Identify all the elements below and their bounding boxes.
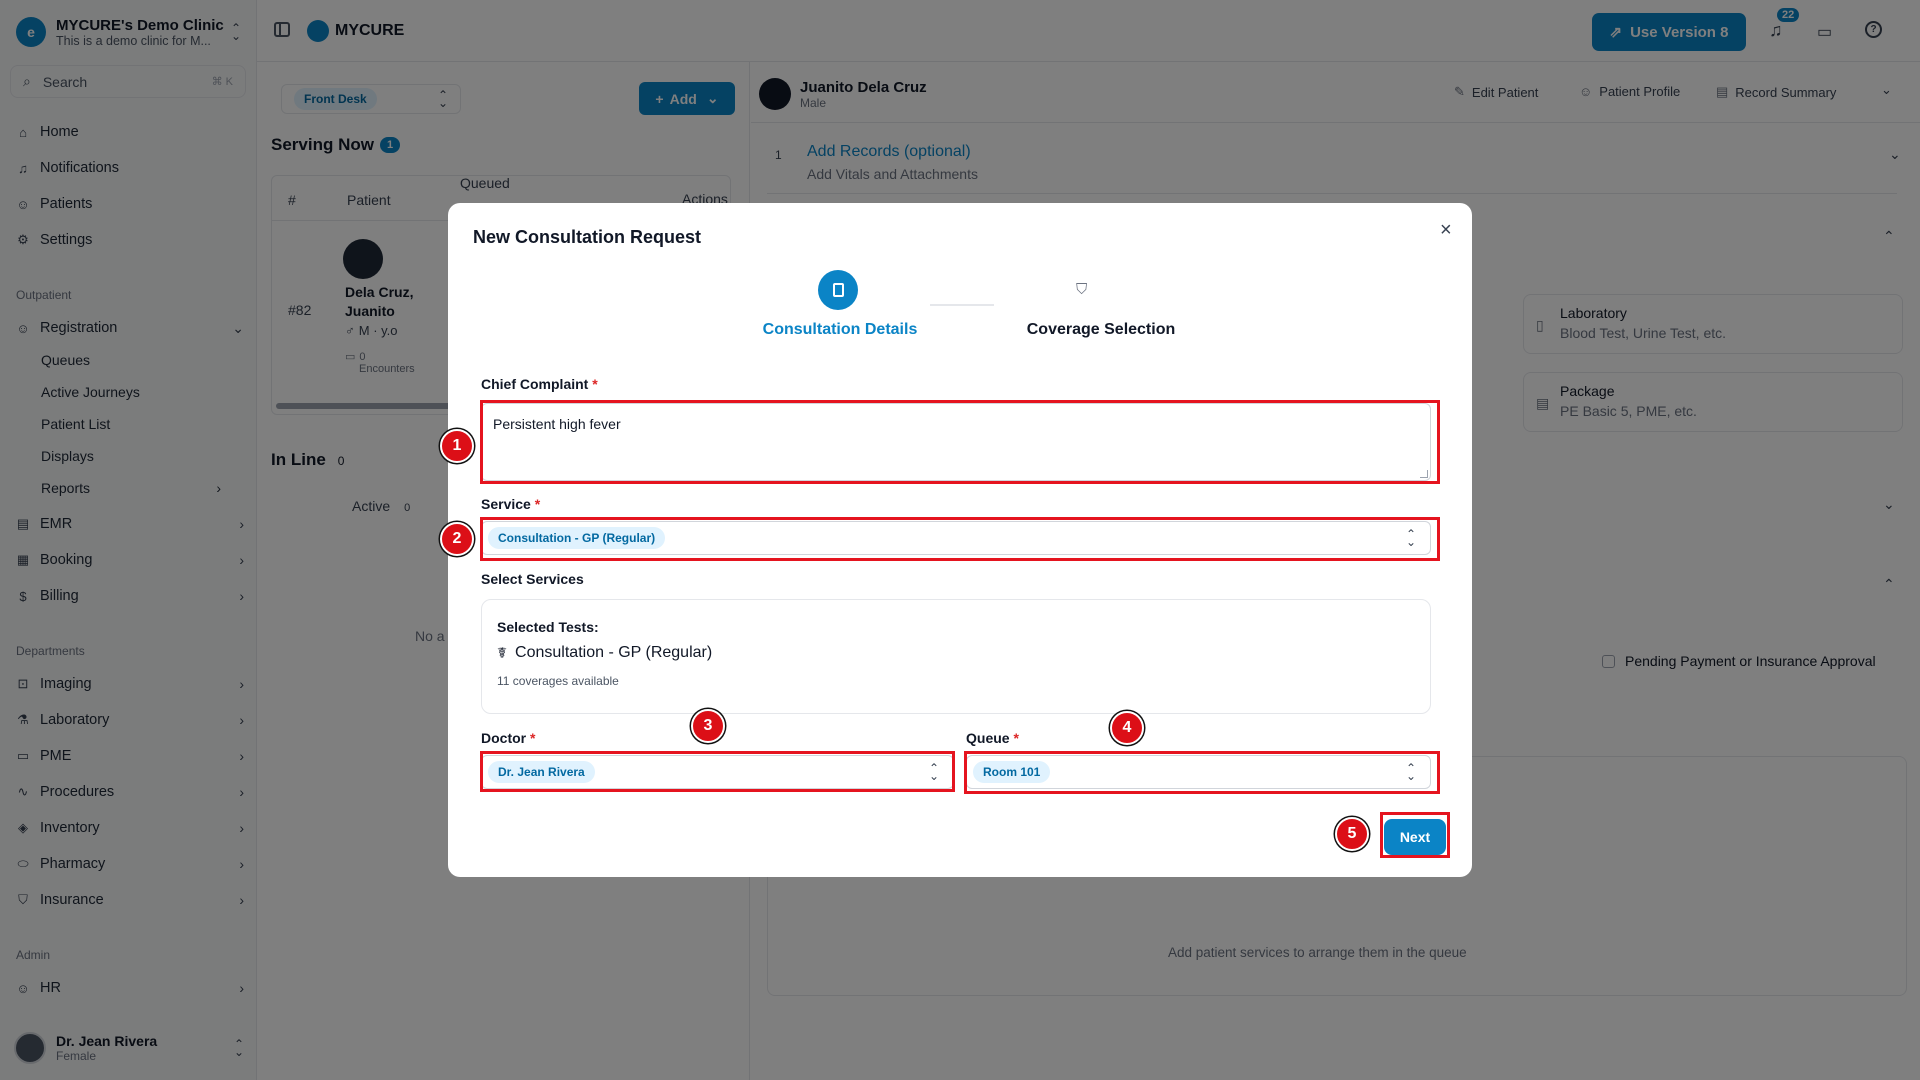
doctor-label: Doctor *: [481, 730, 535, 746]
selected-tests-label: Selected Tests:: [497, 619, 599, 635]
highlight-box-queue: [964, 751, 1440, 794]
stethoscope-icon: ☤: [497, 645, 508, 662]
annotation-marker-5: 5: [1335, 817, 1369, 851]
annotation-marker-2: 2: [440, 522, 474, 556]
document-icon: [818, 270, 858, 310]
selected-test-name: Consultation - GP (Regular): [515, 644, 713, 661]
required-mark: *: [592, 376, 598, 392]
modal-title: New Consultation Request: [473, 227, 702, 247]
selected-services-box: Selected Tests: ☤ Consultation - GP (Regu…: [481, 599, 1431, 714]
step-consultation-details: Consultation Details: [762, 321, 918, 338]
queue-text: Queue: [966, 730, 1010, 746]
selected-test-item: ☤ Consultation - GP (Regular): [497, 644, 712, 662]
highlight-box-doctor: [480, 751, 955, 792]
annotation-marker-3: 3: [691, 709, 725, 743]
app-root: e MYCURE's Demo Clinic This is a demo cl…: [0, 0, 1920, 1080]
highlight-box-chief-complaint: [480, 400, 1440, 484]
coverages-available: 11 coverages available: [497, 674, 619, 688]
close-icon[interactable]: ×: [1440, 219, 1452, 242]
highlight-box-service: [480, 517, 1440, 561]
highlight-box-next: [1380, 812, 1450, 858]
service-label: Service *: [481, 496, 540, 512]
select-services-label: Select Services: [481, 571, 584, 587]
doctor-text: Doctor: [481, 730, 527, 746]
shield-icon: ⛉: [1076, 281, 1088, 298]
step-coverage-selection: Coverage Selection: [1026, 321, 1176, 338]
required-mark: *: [534, 496, 541, 512]
service-text: Service: [481, 496, 531, 512]
chief-complaint-text: Chief Complaint: [481, 376, 589, 392]
queue-label: Queue *: [966, 730, 1019, 746]
required-mark: *: [1013, 730, 1019, 746]
chief-complaint-label: Chief Complaint *: [481, 376, 598, 392]
required-mark: *: [530, 730, 536, 746]
annotation-marker-1: 1: [440, 429, 474, 463]
stepper-connector: [930, 304, 994, 306]
annotation-marker-4: 4: [1110, 711, 1144, 745]
